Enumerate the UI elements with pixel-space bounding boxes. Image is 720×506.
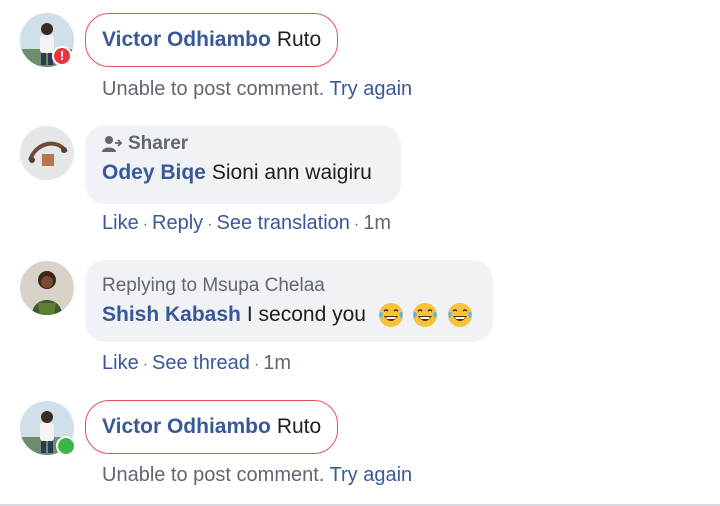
comment-bubble[interactable]: Replying to Msupa Chelaa Shish Kabash I … bbox=[85, 260, 493, 342]
avatar[interactable] bbox=[20, 261, 74, 315]
comment-author[interactable]: Victor Odhiambo bbox=[102, 28, 271, 52]
try-again-link[interactable]: Try again bbox=[330, 464, 413, 486]
like-link[interactable]: Like bbox=[102, 352, 139, 374]
comment-text: Ruto bbox=[276, 415, 322, 438]
comment-time: 1m bbox=[363, 212, 392, 234]
see-thread-link[interactable]: See thread bbox=[152, 352, 250, 374]
comment-author[interactable]: Odey Biqe bbox=[102, 161, 206, 185]
emoji-group bbox=[374, 302, 473, 328]
comment-author[interactable]: Victor Odhiambo bbox=[102, 415, 271, 439]
error-message: Unable to post comment. bbox=[102, 464, 325, 486]
tears-of-joy-emoji bbox=[413, 303, 438, 327]
try-again-link[interactable]: Try again bbox=[330, 78, 413, 100]
post-error: Unable to post comment. Try again bbox=[102, 464, 412, 487]
error-icon: ! bbox=[52, 46, 72, 66]
sharer-badge: Sharer bbox=[102, 133, 384, 155]
replying-to-label: Replying to Msupa Chelaa bbox=[102, 275, 325, 296]
comment-bubble[interactable]: Victor Odhiambo Ruto bbox=[85, 400, 339, 454]
reply-link[interactable]: Reply bbox=[152, 212, 203, 234]
tears-of-joy-emoji bbox=[378, 303, 403, 327]
tears-of-joy-emoji bbox=[447, 303, 472, 327]
comment-bubble[interactable]: Sharer Odey Biqe Sioni ann waigiru bbox=[85, 125, 401, 204]
avatar[interactable] bbox=[20, 126, 74, 180]
comment-text: I second you bbox=[246, 303, 366, 326]
comment-author[interactable]: Shish Kabash bbox=[102, 303, 241, 327]
online-status-icon bbox=[56, 436, 76, 456]
post-error: Unable to post comment. Try again bbox=[102, 78, 412, 101]
comment-text: Sioni ann waigiru bbox=[211, 161, 372, 184]
error-message: Unable to post comment. bbox=[102, 78, 325, 100]
sharer-label: Sharer bbox=[128, 133, 189, 154]
replying-to: Replying to Msupa Chelaa bbox=[102, 275, 476, 297]
comment-actions: Like · Reply · See translation · 1m bbox=[102, 212, 392, 234]
like-link[interactable]: Like bbox=[102, 212, 139, 234]
sharer-icon bbox=[102, 136, 122, 152]
see-translation-link[interactable]: See translation bbox=[217, 212, 350, 234]
comment-time: 1m bbox=[263, 352, 292, 374]
comment-actions: Like · See thread · 1m bbox=[102, 352, 292, 374]
comment-text: Ruto bbox=[276, 28, 322, 51]
comment-bubble[interactable]: Victor Odhiambo Ruto bbox=[85, 13, 339, 67]
